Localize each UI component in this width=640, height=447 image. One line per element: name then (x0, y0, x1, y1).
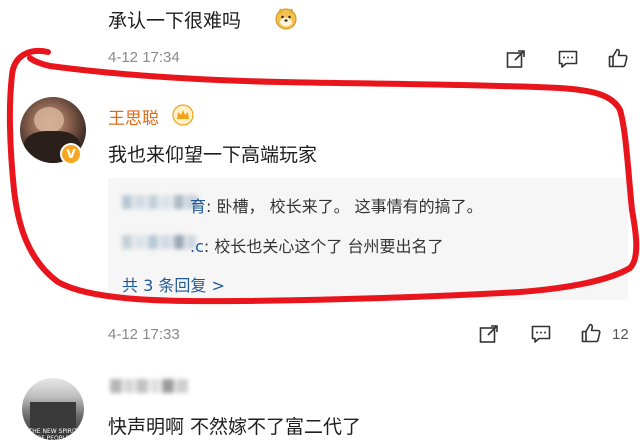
reply-2-text: : 校长也关心这个了 台州要出名了 (203, 237, 444, 256)
avatar-caption: THE NEW SPIRIT OF PEOPLE (28, 428, 78, 440)
reply-2[interactable]: .c: 校长也关心这个了 台州要出名了 (190, 233, 443, 257)
like-icon[interactable] (607, 47, 629, 69)
comment-icon[interactable] (557, 48, 579, 70)
reply-2-username-blurred (122, 234, 198, 253)
crown-badge-icon (172, 104, 194, 126)
comment-icon[interactable] (530, 323, 552, 345)
bottom-comment-text: 快声明啊 不然嫁不了富二代了 (108, 416, 362, 438)
reply-1[interactable]: 育: 卧槽， 校长来了。 这事情有的搞了。 (190, 193, 483, 217)
doge-emoji-icon (274, 6, 298, 30)
verified-icon: V (60, 143, 82, 165)
share-icon[interactable] (478, 323, 500, 345)
share-icon[interactable] (505, 48, 527, 70)
main-comment-text: 我也来仰望一下高端玩家 (108, 144, 318, 166)
reply-1-text: : 卧槽， 校长来了。 这事情有的搞了。 (206, 197, 483, 216)
avatar-face (34, 107, 64, 133)
more-replies-link[interactable]: 共 3 条回复 > (122, 272, 225, 296)
bottom-username-blurred (110, 378, 190, 397)
username[interactable]: 王思聪 (108, 104, 159, 129)
avatar[interactable]: THE NEW SPIRIT OF PEOPLE (22, 378, 84, 440)
top-comment-body: 承认一下很难吗 (108, 10, 242, 32)
main-comment-time: 4-12 17:33 (108, 326, 180, 343)
reply-1-user-suffix: 育 (190, 197, 207, 216)
top-comment-time: 4-12 17:34 (108, 49, 180, 66)
like-icon[interactable] (580, 322, 602, 344)
reply-1-username-blurred (122, 194, 200, 213)
reply-2-user-suffix: .c (190, 237, 204, 256)
like-count: 12 (612, 326, 629, 343)
top-comment-text: 承认一下很难吗 (108, 6, 241, 33)
